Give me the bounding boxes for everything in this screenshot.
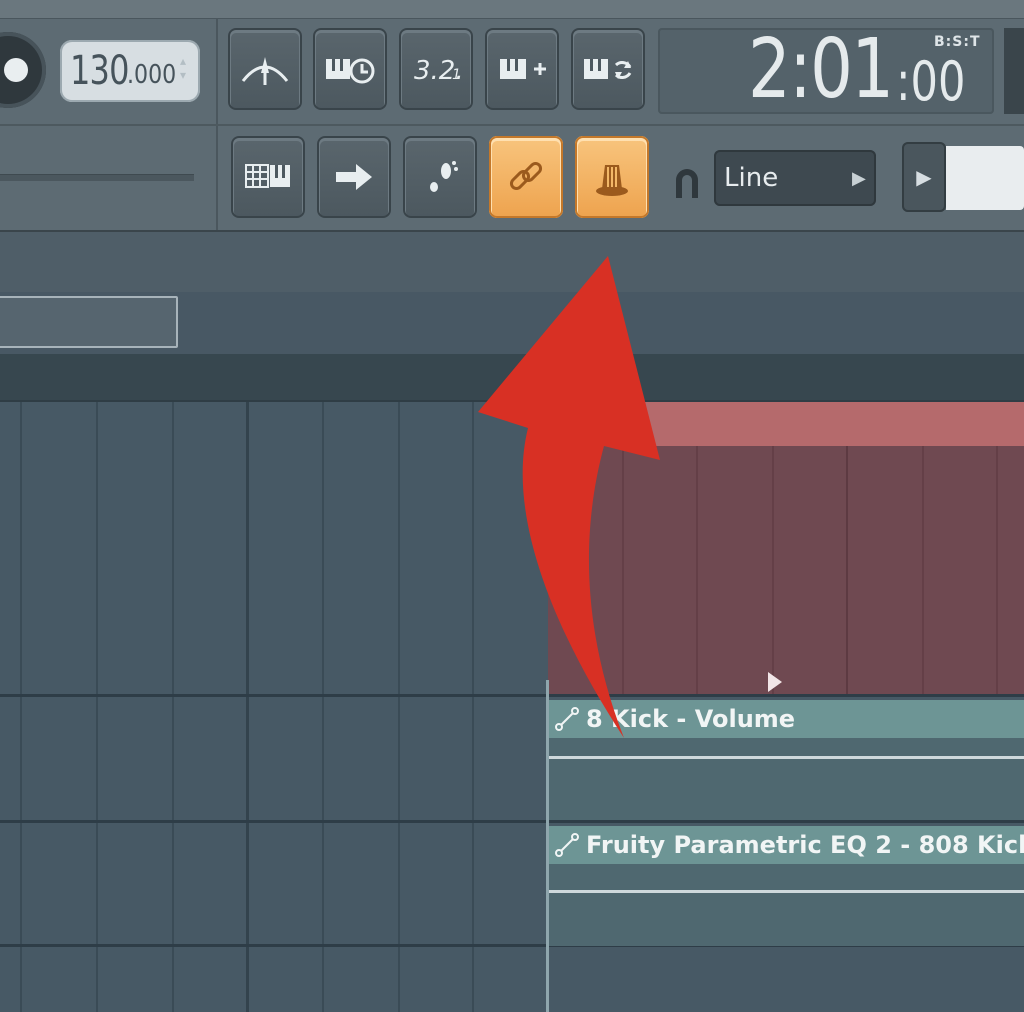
countdown-button[interactable]: 3.2. 1 (399, 28, 473, 110)
timeline-ruler[interactable] (0, 354, 1024, 402)
tempo-decimal: .000 (127, 60, 177, 90)
countdown-321-icon: 3.2.1 (414, 56, 462, 86)
clip-start-edge (546, 680, 549, 1012)
horizontal-scrollbar-thumb[interactable] (0, 296, 178, 348)
grid-line (172, 402, 174, 1012)
play-triangle-icon: ▶ (916, 165, 932, 189)
time-format-label[interactable]: B:S:T (934, 34, 981, 50)
toolbar-right-panel (1004, 28, 1024, 114)
loop-record-button[interactable] (571, 28, 645, 110)
link-chain-icon (509, 161, 543, 191)
clip-grid-line (922, 446, 924, 694)
multilink-button[interactable] (489, 136, 563, 218)
automation-clip-body-2[interactable] (548, 864, 1024, 946)
pattern-clip-header[interactable] (548, 402, 1024, 446)
toolbar-row-divider (0, 124, 1024, 126)
piano-loop-icon (584, 59, 632, 79)
typing-keyboard-button[interactable] (231, 136, 305, 218)
clip-grid-line (772, 446, 774, 694)
grid-line (96, 402, 98, 1012)
time-bars-steps: 2:01 (748, 22, 894, 117)
scroll-left-button[interactable]: ▶ (902, 142, 946, 212)
snap-dropdown-arrow-icon[interactable]: ▶ (852, 168, 866, 189)
snap-mode-value: Line (724, 163, 779, 193)
grid-line (398, 402, 400, 1012)
grid-line (472, 402, 474, 1012)
playback-arrow-button[interactable] (317, 136, 391, 218)
clip-grid-line (846, 446, 848, 694)
knob-icon (596, 165, 628, 196)
automation-curve-line-2[interactable] (548, 890, 1024, 893)
record-dot-icon (4, 58, 28, 82)
grid-line (322, 402, 324, 1012)
metronome-button[interactable] (228, 28, 302, 110)
tempo-display[interactable]: 130 .000 ▴ ▾ (60, 40, 200, 102)
automation-clip-header-1[interactable]: 8 Kick - Volume (548, 700, 1024, 738)
toolbar-slider[interactable] (946, 146, 1024, 210)
clip-grid-line (996, 446, 998, 694)
playlist-header-bar (0, 232, 1024, 292)
grid-line (20, 402, 22, 1012)
step-edit-button[interactable] (485, 28, 559, 110)
clip-grid-line (622, 446, 624, 694)
time-ticks: :00 (896, 50, 966, 113)
tempo-integer: 130 (70, 48, 129, 94)
piano-clock-icon (326, 58, 375, 84)
clip-grid-line (696, 446, 698, 694)
master-pitch-slider[interactable] (0, 174, 194, 181)
grid-line-bar (246, 402, 249, 1012)
toolbar-top-edge (0, 0, 1024, 19)
automation-curve-icon (555, 707, 579, 731)
tempo-arrows-icon[interactable]: ▴ ▾ (180, 54, 186, 82)
loop-marker-icon[interactable] (768, 672, 782, 692)
svg-text:1: 1 (452, 67, 461, 83)
magnet-snap-icon (676, 169, 698, 198)
arrow-right-icon (336, 164, 372, 190)
automation-clip-label-2: Fruity Parametric EQ 2 - 808 Kick (586, 831, 1024, 859)
link-controller-button[interactable] (575, 136, 649, 218)
keyboard-piano-icon (245, 164, 290, 188)
automation-clip-header-2[interactable]: Fruity Parametric EQ 2 - 808 Kick (548, 826, 1024, 864)
automation-clip-body-1[interactable] (548, 738, 1024, 820)
automation-curve-icon (555, 833, 579, 857)
footsteps-icon (430, 161, 458, 192)
wait-for-input-button[interactable] (313, 28, 387, 110)
automation-clip-label-1: 8 Kick - Volume (586, 705, 796, 733)
step-sequencer-button[interactable] (403, 136, 477, 218)
piano-plus-icon (500, 59, 546, 79)
metronome-icon (241, 57, 289, 85)
pattern-clip-body[interactable] (548, 446, 1024, 694)
automation-curve-line-1[interactable] (548, 756, 1024, 759)
track-divider (0, 820, 1024, 823)
track-divider (0, 694, 1024, 697)
